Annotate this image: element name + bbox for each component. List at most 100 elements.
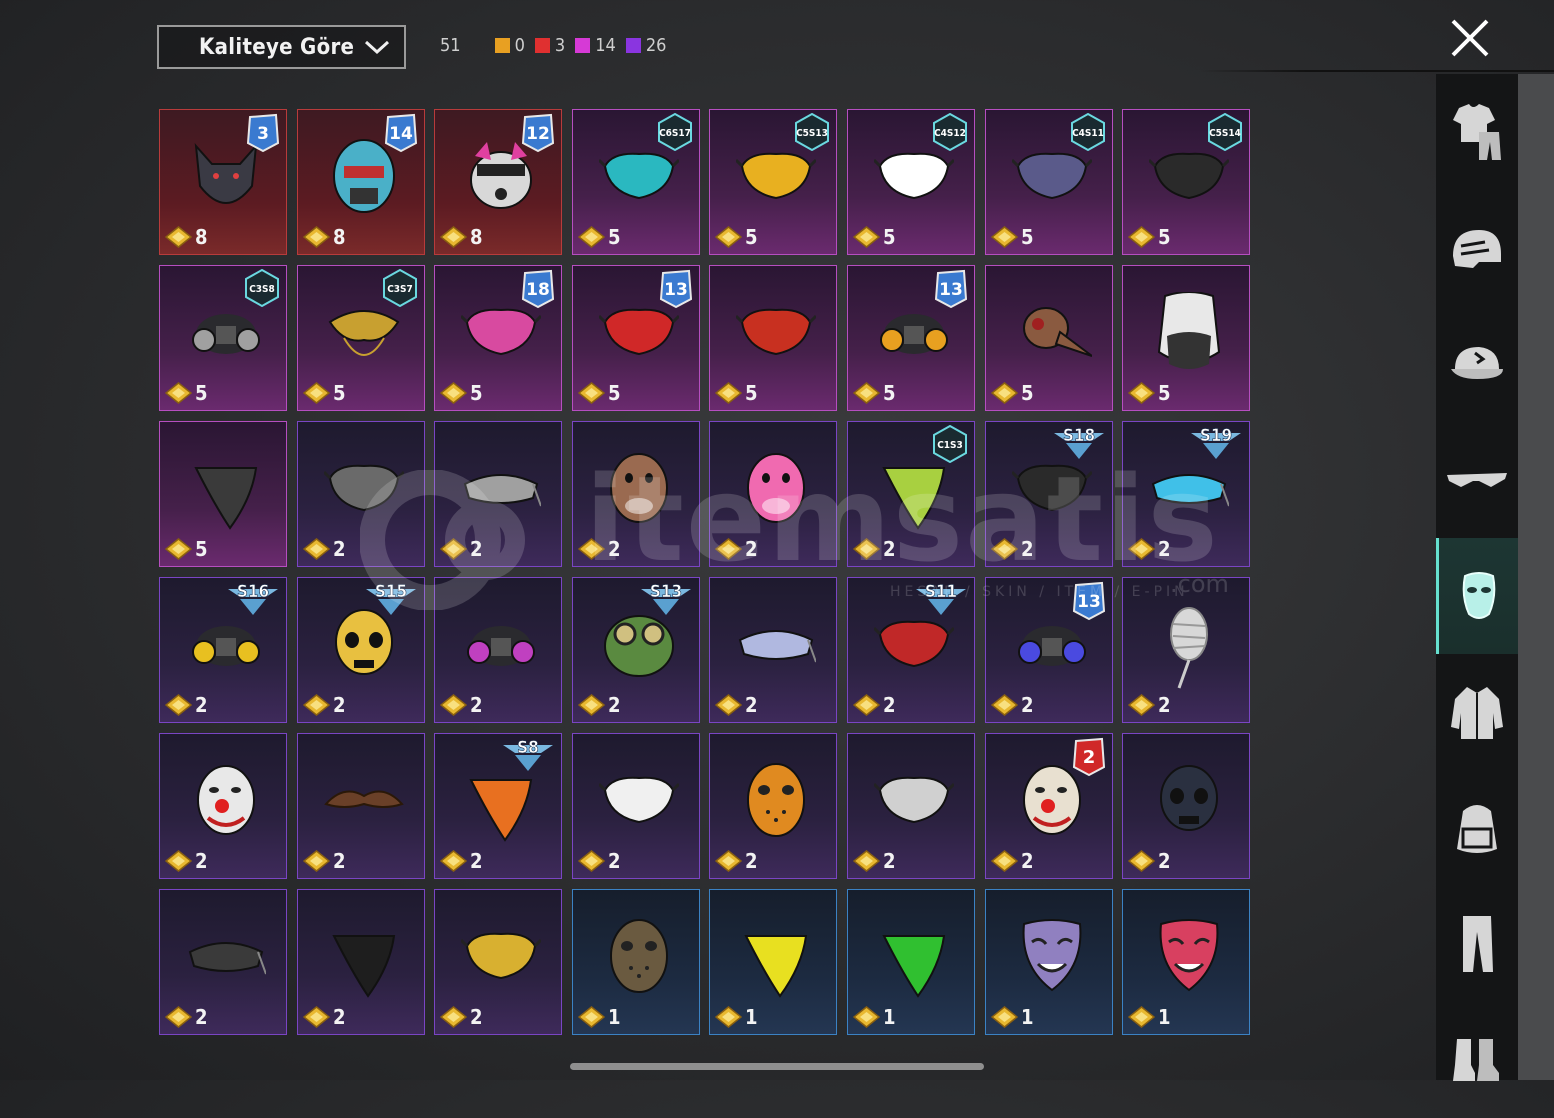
season-badge-icon: C3S8: [245, 269, 279, 307]
clown-mask-icon: [197, 765, 255, 835]
item-price: 5: [991, 225, 1034, 249]
category-glasses[interactable]: [1436, 422, 1518, 538]
item-card[interactable]: 22: [985, 733, 1113, 879]
goggles-mask-icon: [604, 615, 674, 677]
item-price-value: 5: [1158, 381, 1171, 405]
hockey-mask-icon: [747, 763, 805, 837]
item-card[interactable]: S11 2: [847, 577, 975, 723]
item-card[interactable]: S18 2: [985, 421, 1113, 567]
red-count: 3: [554, 35, 566, 56]
wing-badge-icon: S13: [641, 582, 691, 615]
rank-badge-icon: 13: [659, 269, 693, 309]
item-card[interactable]: 2: [709, 577, 837, 723]
item-card[interactable]: 2: [297, 733, 425, 879]
item-card[interactable]: 2: [159, 889, 287, 1035]
item-card[interactable]: 5: [1122, 265, 1250, 411]
category-pants[interactable]: [1436, 886, 1518, 1002]
item-card[interactable]: 1: [709, 889, 837, 1035]
item-price-value: 2: [883, 849, 896, 873]
item-price: 2: [303, 693, 346, 717]
item-card[interactable]: 2: [297, 421, 425, 567]
item-card[interactable]: 13 5: [572, 265, 700, 411]
item-price: 8: [440, 225, 483, 249]
item-price-value: 8: [195, 225, 208, 249]
item-card[interactable]: 2: [297, 889, 425, 1035]
item-card[interactable]: 14 8: [297, 109, 425, 255]
item-card[interactable]: 13 5: [847, 265, 975, 411]
item-card[interactable]: 2: [434, 889, 562, 1035]
bandage-mask-icon: [1170, 607, 1208, 689]
svg-text:S11: S11: [925, 582, 957, 602]
item-card[interactable]: C4S11 5: [985, 109, 1113, 255]
item-card[interactable]: C5S13 5: [709, 109, 837, 255]
item-price: 5: [1128, 225, 1171, 249]
category-shoes[interactable]: [1436, 1002, 1518, 1118]
item-price-value: 2: [1021, 537, 1034, 561]
item-card[interactable]: 2: [434, 421, 562, 567]
item-card[interactable]: 1: [985, 889, 1113, 1035]
category-mask[interactable]: [1436, 538, 1518, 654]
item-price: 2: [303, 1005, 346, 1029]
item-price: 2: [1128, 537, 1171, 561]
svg-text:C4S12: C4S12: [934, 128, 966, 139]
item-card[interactable]: S8 2: [434, 733, 562, 879]
item-card[interactable]: S16 2: [159, 577, 287, 723]
item-card[interactable]: 2: [159, 733, 287, 879]
svg-text:S16: S16: [237, 582, 269, 602]
item-card[interactable]: 13 2: [985, 577, 1113, 723]
item-card[interactable]: C3S7 5: [297, 265, 425, 411]
item-price: 5: [715, 225, 758, 249]
gold-count: 0: [514, 35, 525, 56]
item-card[interactable]: 2: [709, 733, 837, 879]
item-card[interactable]: 5: [159, 421, 287, 567]
item-card[interactable]: 38: [159, 109, 287, 255]
item-card[interactable]: C1S3 2: [847, 421, 975, 567]
item-card[interactable]: 5: [985, 265, 1113, 411]
coin-icon: [303, 850, 330, 872]
item-card[interactable]: 12 8: [434, 109, 562, 255]
category-hat[interactable]: [1436, 306, 1518, 422]
item-price-value: 5: [883, 381, 896, 405]
item-price: 5: [303, 381, 346, 405]
cap-icon: [1451, 347, 1503, 379]
item-card[interactable]: C6S17 5: [572, 109, 700, 255]
item-card[interactable]: 2: [1122, 577, 1250, 723]
category-outfit[interactable]: [1436, 74, 1518, 190]
item-card[interactable]: 2: [709, 421, 837, 567]
item-card[interactable]: S19 2: [1122, 421, 1250, 567]
coin-icon: [991, 382, 1018, 404]
category-jacket[interactable]: [1436, 654, 1518, 770]
rank-badge-icon: 13: [934, 269, 968, 309]
item-card[interactable]: 18 5: [434, 265, 562, 411]
item-price: 2: [440, 849, 483, 873]
hood-mask-icon: [1157, 292, 1221, 369]
face-mask-icon: [874, 776, 954, 824]
sort-dropdown[interactable]: Kaliteye Göre: [157, 25, 406, 69]
item-card[interactable]: C4S12 5: [847, 109, 975, 255]
close-icon[interactable]: [1448, 16, 1492, 60]
item-card[interactable]: 1: [572, 889, 700, 1035]
item-card[interactable]: 2: [847, 733, 975, 879]
item-card[interactable]: 2: [572, 421, 700, 567]
category-helmet[interactable]: [1436, 190, 1518, 306]
item-card[interactable]: 5: [709, 265, 837, 411]
item-card[interactable]: C3S8 5: [159, 265, 287, 411]
item-card[interactable]: 2: [434, 577, 562, 723]
bandana-icon: [882, 935, 946, 998]
item-card[interactable]: S15 2: [297, 577, 425, 723]
item-card[interactable]: 1: [1122, 889, 1250, 1035]
item-price: 5: [578, 381, 621, 405]
item-card[interactable]: 1: [847, 889, 975, 1035]
item-card[interactable]: 2: [572, 733, 700, 879]
item-price: 2: [991, 849, 1034, 873]
category-backpack[interactable]: [1436, 770, 1518, 886]
season-badge-icon: C1S3: [933, 425, 967, 463]
item-card[interactable]: C5S14 5: [1122, 109, 1250, 255]
scrollbar[interactable]: [570, 1063, 984, 1070]
item-card[interactable]: 2: [1122, 733, 1250, 879]
red-swatch: [534, 38, 550, 53]
item-card[interactable]: S13 2: [572, 577, 700, 723]
pink-count: 14: [595, 35, 616, 56]
item-price-value: 1: [1158, 1005, 1171, 1029]
coin-icon: [303, 538, 330, 560]
